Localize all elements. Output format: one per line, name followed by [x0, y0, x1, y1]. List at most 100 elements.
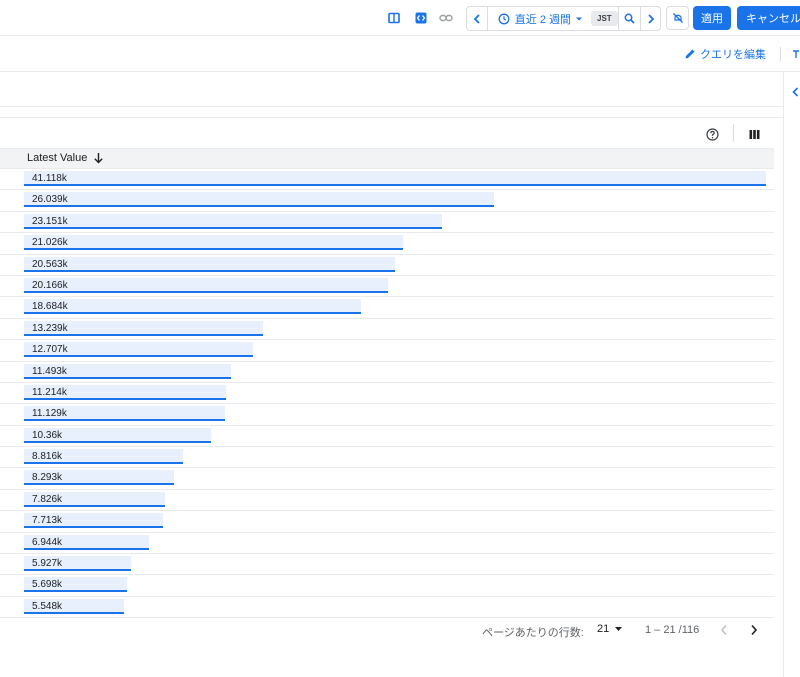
- apply-button[interactable]: 適用: [693, 6, 731, 30]
- table-row[interactable]: 26.039k: [0, 190, 774, 212]
- value-label: 11.214k: [32, 386, 67, 398]
- latest-value-cell: 7.826k: [24, 491, 774, 508]
- zoom-icon[interactable]: [619, 7, 640, 30]
- table-row[interactable]: 7.826k: [0, 490, 774, 512]
- previous-page-icon[interactable]: [715, 621, 733, 639]
- value-bar: [24, 171, 766, 186]
- latest-value-cell: 7.713k: [24, 513, 774, 529]
- value-label: 5.698k: [32, 579, 63, 591]
- value-bar: [24, 256, 395, 272]
- column-header-latest-value[interactable]: Latest Value: [27, 152, 104, 164]
- table-row[interactable]: 11.129k: [0, 404, 774, 426]
- table-row[interactable]: 13.239k: [0, 319, 774, 341]
- side-panel-rail: [783, 72, 800, 677]
- table-header: Latest Value: [0, 148, 774, 169]
- table-row[interactable]: 10.36k: [0, 426, 774, 448]
- value-label: 7.713k: [32, 515, 63, 527]
- value-bar: [24, 299, 361, 315]
- book-icon[interactable]: [383, 7, 405, 29]
- value-label: 8.293k: [32, 472, 63, 484]
- value-label: 18.684k: [32, 301, 68, 313]
- table-row[interactable]: 12.707k: [0, 340, 774, 362]
- edit-query-button[interactable]: クエリを編集: [684, 46, 766, 62]
- value-label: 12.707k: [32, 344, 68, 356]
- latest-value-cell: 6.944k: [24, 534, 774, 551]
- link-icon[interactable]: [435, 7, 457, 29]
- table-row[interactable]: 41.118k: [0, 169, 774, 191]
- value-label: 8.816k: [32, 451, 63, 463]
- chevron-left-icon[interactable]: [467, 7, 487, 30]
- latest-value-cell: 21.026k: [24, 235, 774, 251]
- query-bar: クエリを編集: [0, 36, 800, 72]
- latest-value-cell: 5.927k: [24, 556, 774, 572]
- table-row[interactable]: 23.151k: [0, 212, 774, 234]
- latest-value-cell: 18.684k: [24, 299, 774, 315]
- caret-down-icon: [615, 627, 623, 631]
- next-page-icon[interactable]: [745, 621, 763, 639]
- rows-per-page-label: ページあたりの行数:: [482, 627, 584, 639]
- latest-value-cell: 20.166k: [24, 277, 774, 294]
- latest-value-cell: 8.293k: [24, 470, 774, 486]
- caret-down-icon: [576, 17, 582, 20]
- value-label: 20.563k: [32, 258, 68, 270]
- sort-descending-icon: [94, 153, 104, 164]
- table-row[interactable]: 18.684k: [0, 297, 774, 319]
- auto-refresh-off-icon[interactable]: [666, 6, 689, 30]
- rows-per-page-value: 21: [597, 623, 610, 635]
- rows-per-page-select[interactable]: 21: [597, 623, 623, 635]
- table-row[interactable]: 5.927k: [0, 554, 774, 576]
- pagination: ページあたりの行数: 21 1 – 21 /116: [0, 618, 774, 642]
- table-row[interactable]: 20.166k: [0, 276, 774, 298]
- overflow-icon[interactable]: [792, 47, 800, 61]
- value-label: 7.826k: [32, 493, 63, 505]
- cancel-button[interactable]: キャンセル: [737, 6, 800, 30]
- table-row[interactable]: 5.548k: [0, 597, 774, 619]
- table-row[interactable]: 11.214k: [0, 383, 774, 405]
- value-label: 23.151k: [32, 215, 68, 227]
- latest-value-cell: 10.36k: [24, 427, 774, 444]
- pencil-icon: [685, 49, 695, 59]
- code-icon[interactable]: [410, 7, 432, 29]
- value-label: 5.927k: [32, 558, 63, 570]
- value-label: 21.026k: [32, 237, 68, 249]
- latest-value-cell: 11.214k: [24, 384, 774, 401]
- edit-query-label: クエリを編集: [700, 49, 766, 61]
- table-row[interactable]: 20.563k: [0, 255, 774, 276]
- time-range-dropdown[interactable]: 直近 2 週間 JST: [488, 7, 619, 30]
- latest-value-cell: 11.129k: [24, 406, 774, 422]
- time-range-selector: 直近 2 週間 JST: [466, 6, 661, 31]
- columns-icon[interactable]: [744, 124, 764, 144]
- latest-value-cell: 13.239k: [24, 320, 774, 337]
- table-row[interactable]: 11.493k: [0, 362, 774, 383]
- value-label: 6.944k: [32, 536, 63, 548]
- timezone-chip[interactable]: JST: [591, 11, 618, 26]
- table-row[interactable]: 5.698k: [0, 575, 774, 597]
- value-label: 26.039k: [32, 194, 68, 206]
- table-row[interactable]: 7.713k: [0, 511, 774, 533]
- chevron-right-icon[interactable]: [641, 7, 660, 30]
- value-label: 11.493k: [32, 365, 67, 377]
- time-range-label: 直近 2 週間: [514, 13, 571, 26]
- page-range: 1 – 21 /116: [645, 624, 700, 636]
- latest-value-cell: 20.563k: [24, 256, 774, 273]
- column-header-label: Latest Value: [27, 152, 88, 164]
- value-label: 5.548k: [32, 600, 63, 612]
- table-row[interactable]: 21.026k: [0, 233, 774, 255]
- value-bar: [24, 192, 494, 208]
- value-label: 41.118k: [32, 173, 67, 184]
- value-label: 20.166k: [32, 279, 68, 291]
- table-body: 41.118k 26.039k 23.151k 21.026k 20.563k 20.16…: [0, 169, 774, 619]
- value-label: 11.129k: [32, 408, 67, 420]
- table-row[interactable]: 8.293k: [0, 468, 774, 490]
- latest-value-cell: 5.698k: [24, 577, 774, 593]
- table-row[interactable]: 8.816k: [0, 447, 774, 469]
- value-label: 13.239k: [32, 322, 68, 334]
- chevron-left-icon[interactable]: [792, 84, 799, 102]
- latest-value-cell: 12.707k: [24, 342, 774, 358]
- table-row[interactable]: 6.944k: [0, 533, 774, 555]
- value-bar: [24, 235, 403, 251]
- value-bar: [24, 277, 388, 293]
- table-toolbar: [0, 118, 774, 148]
- latest-value-cell: 23.151k: [24, 213, 774, 230]
- help-icon[interactable]: [702, 124, 722, 144]
